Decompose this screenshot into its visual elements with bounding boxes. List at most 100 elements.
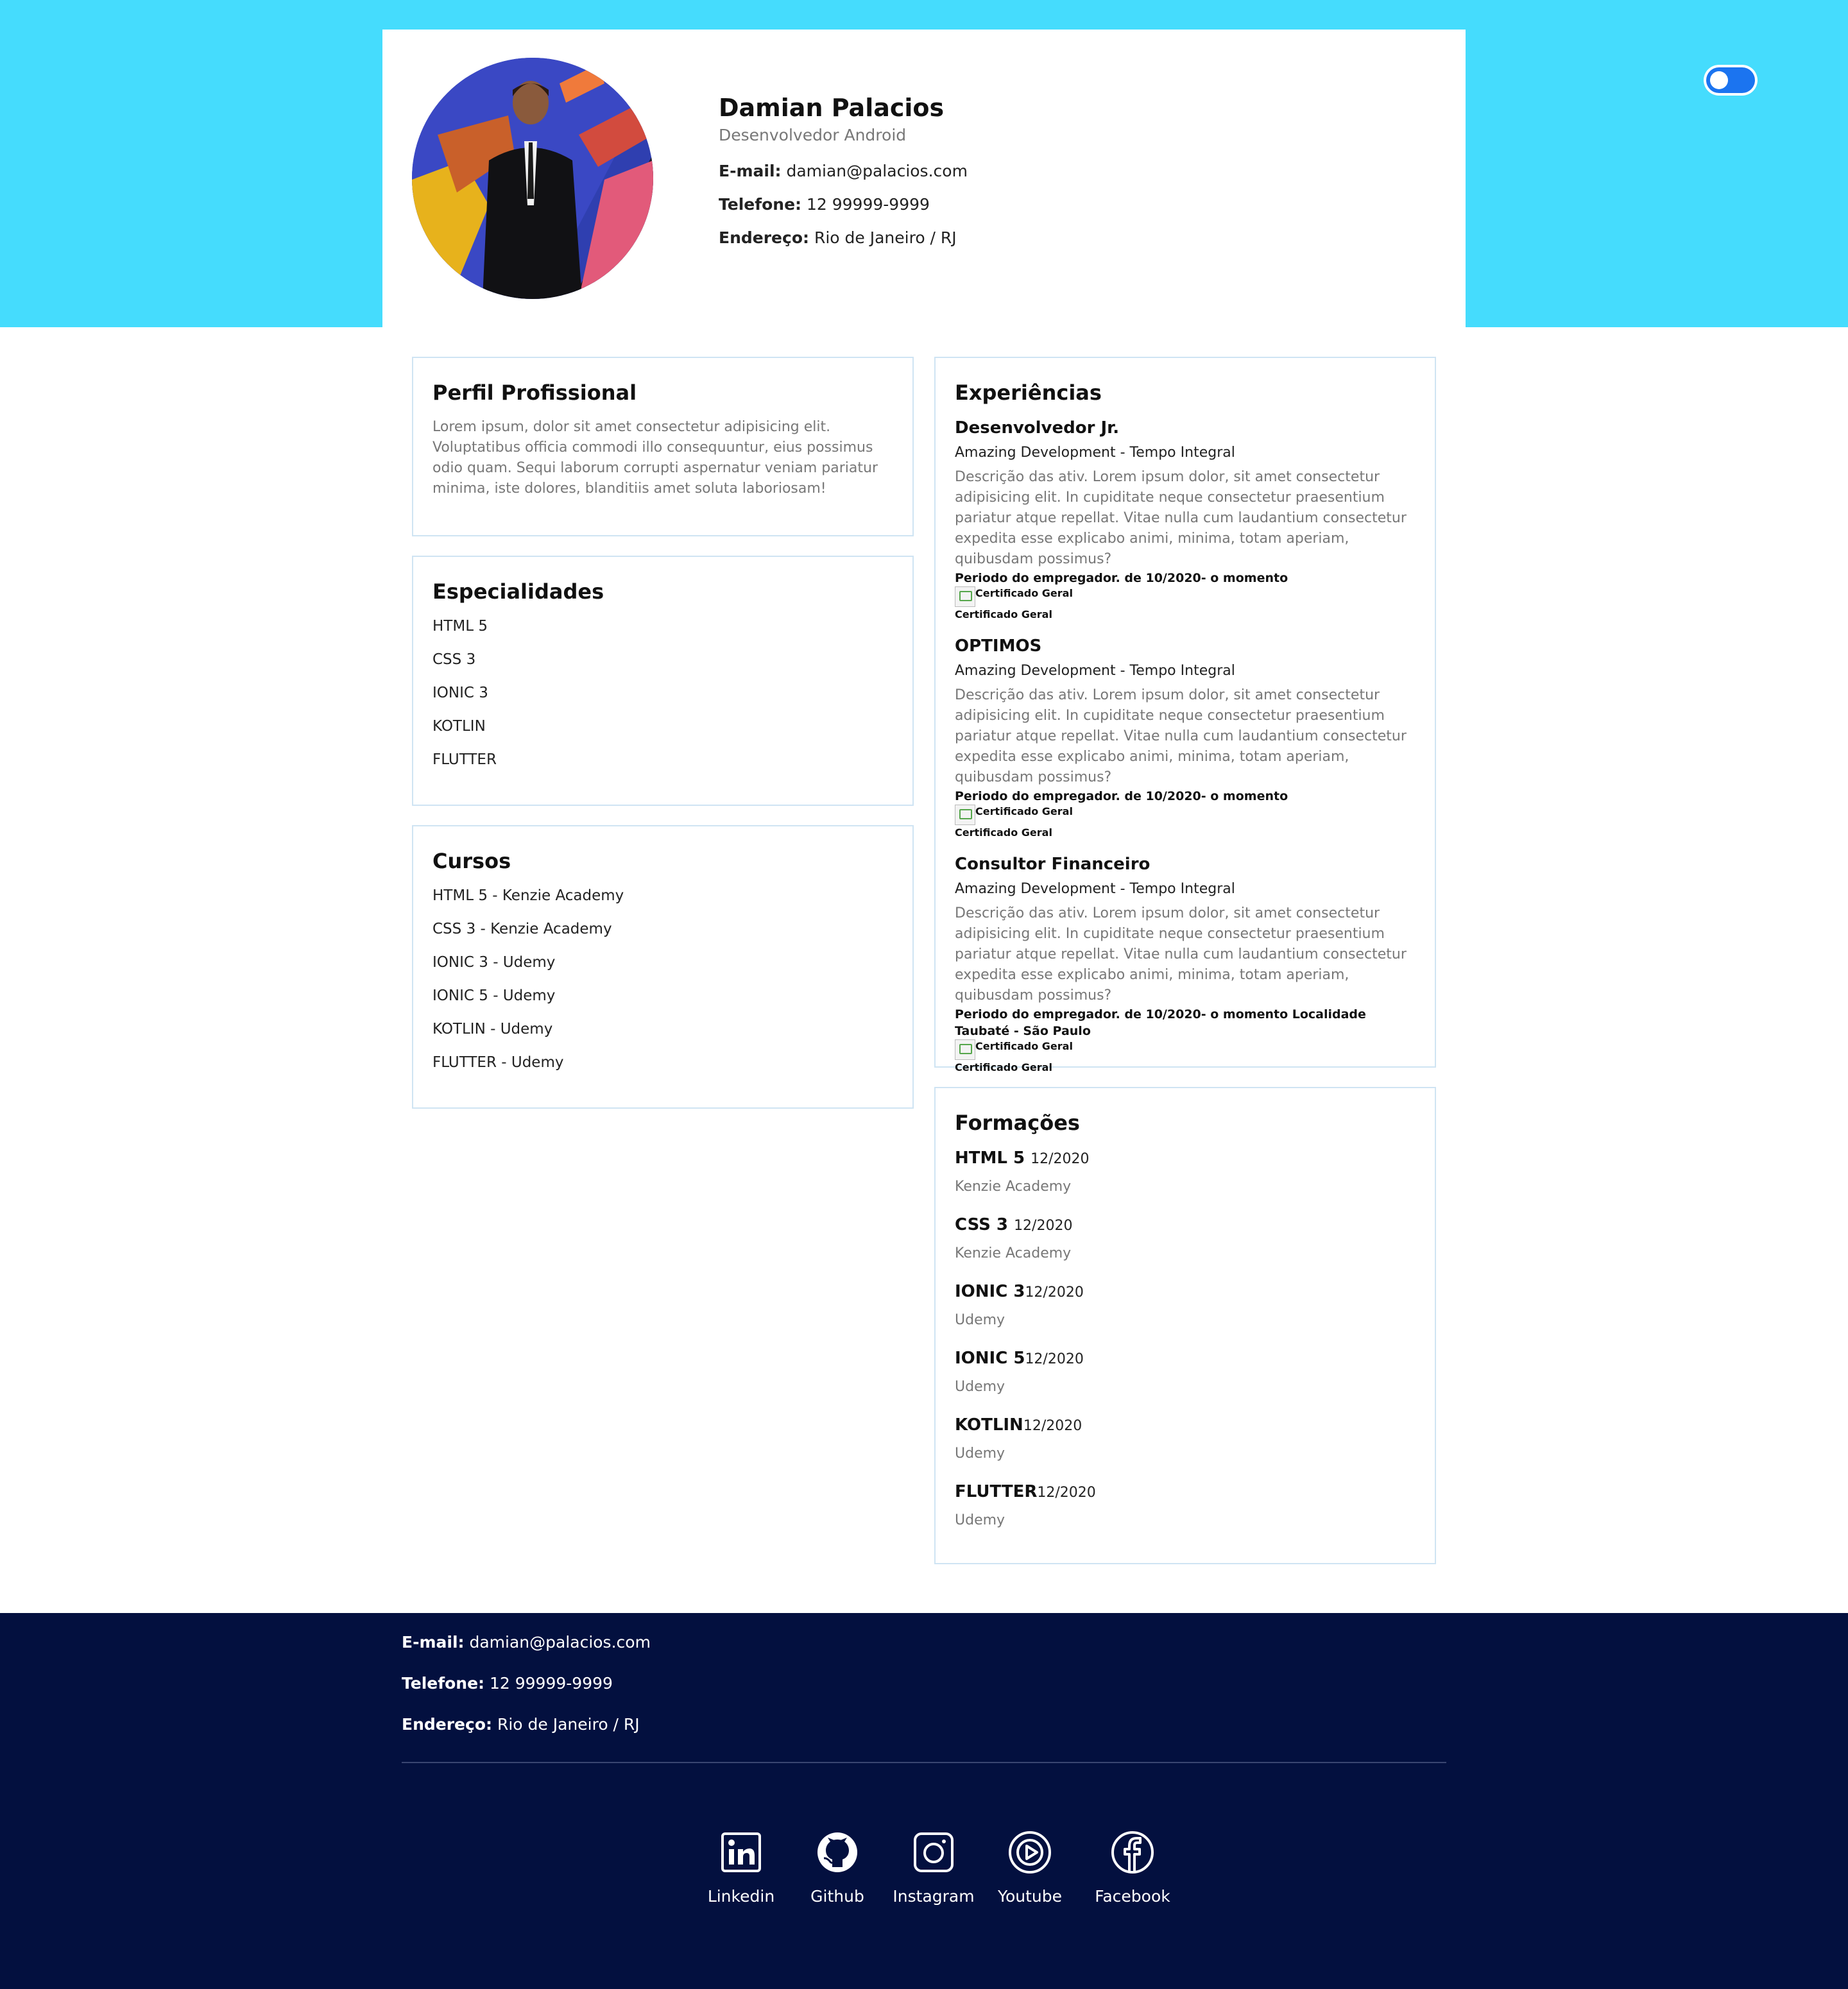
certificate-alt-text: Certificado Geral (975, 1040, 1073, 1052)
perfil-text: Lorem ipsum, dolor sit amet consectetur … (432, 419, 878, 497)
profile-info: Damian Palacios Desenvolvedor Android E-… (719, 94, 968, 248)
email-value: damian@palacios.com (786, 161, 968, 180)
social-link-github[interactable]: Github (789, 1830, 886, 1907)
footer-phone-value: 12 99999-9999 (489, 1674, 613, 1693)
broken-image-icon (955, 586, 975, 607)
experience-company: Amazing Development - Tempo Integral (955, 445, 1235, 461)
certificate-image: Certificado Geral (955, 805, 1416, 825)
formation-date: 12/2020 (1025, 1351, 1084, 1367)
certificate-image: Certificado Geral (955, 586, 1416, 607)
theme-toggle-switch[interactable] (1704, 65, 1758, 96)
formation-date: 12/2020 (1025, 1285, 1084, 1301)
footer-address-label: Endereço: (402, 1715, 493, 1734)
formation-school: Kenzie Academy (955, 1179, 1072, 1195)
certificate-alt-text: Certificado Geral (975, 587, 1073, 599)
formation-date: 12/2020 (1014, 1218, 1073, 1234)
social-link-linkedin[interactable]: Linkedin (693, 1830, 789, 1907)
experience-item: OPTIMOS Amazing Development - Tempo Inte… (955, 635, 1416, 841)
list-item: HTML 5 - Kenzie Academy (432, 887, 624, 904)
formation-school: Udemy (955, 1512, 1005, 1528)
experience-company: Amazing Development - Tempo Integral (955, 663, 1235, 679)
social-links: Linkedin Github Instagram Youtube Facebo… (693, 1830, 1187, 1907)
experience-description: Descrição das ativ. Lorem ipsum dolor, s… (955, 905, 1407, 1003)
perfil-card: Perfil Profissional Lorem ipsum, dolor s… (412, 357, 914, 536)
list-item: KOTLIN (432, 718, 486, 735)
social-label: Facebook (1095, 1887, 1170, 1906)
formation-name: KOTLIN (955, 1415, 1023, 1435)
formation-item: HTML 5 12/2020 Kenzie Academy (955, 1147, 1416, 1197)
social-label: Github (810, 1887, 864, 1906)
formation-name: FLUTTER (955, 1482, 1038, 1501)
experience-period: Periodo do empregador. de 10/2020- o mom… (955, 1007, 1366, 1038)
social-link-instagram[interactable]: Instagram (886, 1830, 982, 1907)
social-label: Linkedin (707, 1887, 775, 1906)
profile-photo-image (412, 58, 653, 299)
experiencias-card: Experiências Desenvolvedor Jr. Amazing D… (934, 357, 1436, 1073)
profile-role: Desenvolvedor Android (719, 125, 907, 144)
certificate-caption: Certificado Geral (955, 1061, 1052, 1073)
profile-photo (412, 58, 653, 299)
header-phone: Telefone: 12 99999-9999 (719, 194, 968, 215)
profile-header: Damian Palacios Desenvolvedor Android E-… (382, 30, 1466, 327)
phone-label: Telefone: (719, 194, 802, 214)
experience-title: Consultor Financeiro (955, 855, 1151, 874)
experience-company: Amazing Development - Tempo Integral (955, 881, 1235, 897)
experiencias-title: Experiências (955, 380, 1102, 405)
experience-period: Periodo do empregador. de 10/2020- o mom… (955, 789, 1288, 803)
footer-email: E-mail: damian@palacios.com (402, 1632, 651, 1653)
social-link-facebook[interactable]: Facebook (1078, 1830, 1187, 1907)
experience-title: Desenvolvedor Jr. (955, 418, 1120, 438)
list-item: IONIC 3 - Udemy (432, 954, 556, 971)
address-label: Endereço: (719, 228, 810, 247)
footer-phone-label: Telefone: (402, 1674, 485, 1693)
list-item: CSS 3 - Kenzie Academy (432, 921, 612, 937)
address-value: Rio de Janeiro / RJ (814, 228, 957, 247)
especialidades-card: Especialidades HTML 5 CSS 3 IONIC 3 KOTL… (412, 556, 914, 806)
footer: E-mail: damian@palacios.com Telefone: 12… (0, 1613, 1848, 1989)
certificate-caption: Certificado Geral (955, 826, 1052, 839)
footer-divider (402, 1762, 1446, 1763)
formation-item: KOTLIN12/2020 Udemy (955, 1414, 1416, 1464)
footer-email-label: E-mail: (402, 1633, 465, 1652)
social-label: Youtube (998, 1887, 1062, 1906)
formation-name: IONIC 3 (955, 1282, 1025, 1301)
footer-address-value: Rio de Janeiro / RJ (497, 1715, 640, 1734)
certificate-image: Certificado Geral (955, 1039, 1416, 1060)
github-icon (817, 1832, 857, 1872)
formation-name: CSS 3 (955, 1215, 1008, 1234)
list-item: IONIC 5 - Udemy (432, 987, 556, 1004)
formation-date: 12/2020 (1037, 1485, 1096, 1501)
footer-phone: Telefone: 12 99999-9999 (402, 1673, 613, 1694)
facebook-icon (1111, 1831, 1154, 1874)
list-item: HTML 5 (432, 618, 488, 635)
formacoes-card: Formações HTML 5 12/2020 Kenzie Academy … (934, 1087, 1436, 1564)
footer-address: Endereço: Rio de Janeiro / RJ (402, 1714, 640, 1735)
experience-period: Periodo do empregador. de 10/2020- o mom… (955, 571, 1288, 585)
formation-name: IONIC 5 (955, 1349, 1025, 1368)
experience-item: Consultor Financeiro Amazing Development… (955, 853, 1416, 1075)
email-label: E-mail: (719, 161, 782, 180)
social-label: Instagram (893, 1887, 975, 1906)
experience-description: Descrição das ativ. Lorem ipsum dolor, s… (955, 469, 1407, 567)
formation-item: IONIC 312/2020 Udemy (955, 1281, 1416, 1331)
formation-school: Udemy (955, 1379, 1005, 1395)
formacoes-title: Formações (955, 1111, 1080, 1135)
toggle-knob (1710, 71, 1728, 89)
profile-name: Damian Palacios (719, 94, 945, 122)
formation-school: Udemy (955, 1312, 1005, 1328)
cursos-title: Cursos (432, 849, 511, 873)
formation-school: Udemy (955, 1446, 1005, 1462)
formation-school: Kenzie Academy (955, 1245, 1072, 1261)
perfil-title: Perfil Profissional (432, 380, 637, 405)
footer-email-value: damian@palacios.com (469, 1633, 651, 1652)
cursos-card: Cursos HTML 5 - Kenzie Academy CSS 3 - K… (412, 825, 914, 1109)
formation-date: 12/2020 (1023, 1418, 1082, 1434)
list-item: FLUTTER (432, 751, 497, 768)
instagram-icon (914, 1832, 954, 1872)
list-item: IONIC 3 (432, 685, 488, 701)
social-link-youtube[interactable]: Youtube (982, 1830, 1078, 1907)
experience-item: Desenvolvedor Jr. Amazing Development - … (955, 417, 1416, 622)
formation-date: 12/2020 (1031, 1151, 1090, 1167)
broken-image-icon (955, 1039, 975, 1060)
experience-title: OPTIMOS (955, 636, 1042, 656)
